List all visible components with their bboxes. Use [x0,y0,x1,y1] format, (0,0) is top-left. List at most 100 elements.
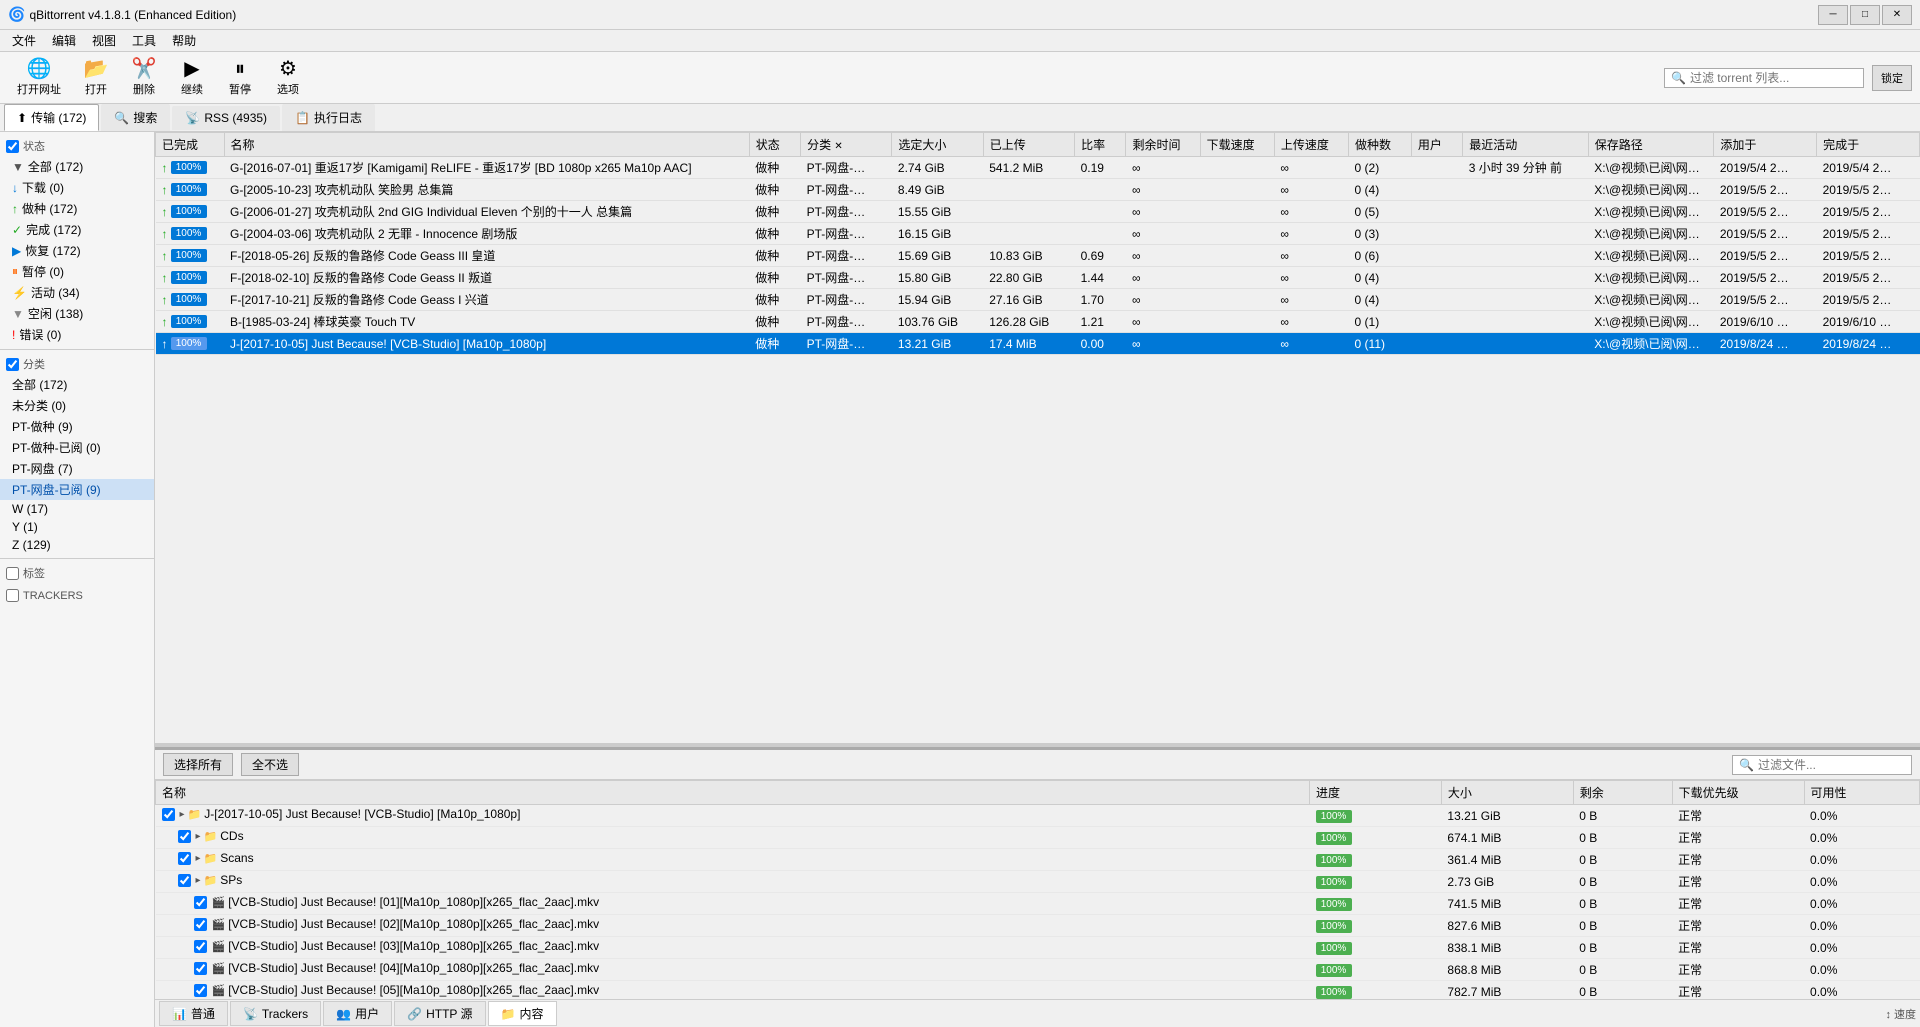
sidebar-item-all[interactable]: ▼ 全部 (172) [0,156,154,177]
sidebar-item-seeding[interactable]: ↑ 做种 (172) [0,198,154,219]
file-list-item[interactable]: ▸ 📁 J-[2017-10-05] Just Because! [VCB-St… [156,805,1920,827]
file-col-progress[interactable]: 进度 [1310,781,1442,805]
col-ratio[interactable]: 比率 [1075,133,1126,157]
menu-view[interactable]: 视图 [84,30,124,51]
file-col-priority[interactable]: 下载优先级 [1672,781,1804,805]
category-checkbox[interactable] [6,358,19,371]
table-row[interactable]: ↑ 100% G-[2004-03-06] 攻壳机动队 2 无罪 - Innoc… [156,223,1920,245]
file-checkbox[interactable] [194,962,207,975]
file-list-item[interactable]: 🎬 [VCB-Studio] Just Because! [05][Ma10p_… [156,981,1920,1000]
close-button[interactable]: ✕ [1882,5,1912,25]
table-row[interactable]: ↑ 100% J-[2017-10-05] Just Because! [VCB… [156,333,1920,355]
tab-transfer[interactable]: ⬆ 传输 (172) [4,104,99,131]
sidebar-category-pt-disk-read[interactable]: PT-网盘-已阅 (9) [0,479,154,500]
sidebar-category-z[interactable]: Z (129) [0,536,154,554]
menu-edit[interactable]: 编辑 [44,30,84,51]
file-list-item[interactable]: 🎬 [VCB-Studio] Just Because! [01][Ma10p_… [156,893,1920,915]
col-last-activity[interactable]: 最近活动 [1463,133,1589,157]
table-row[interactable]: ↑ 100% F-[2018-02-10] 反叛的鲁路修 Code Geass … [156,267,1920,289]
table-row[interactable]: ↑ 100% B-[1985-03-24] 棒球英豪 Touch TV 做种 P… [156,311,1920,333]
sidebar-item-downloading[interactable]: ↓ 下载 (0) [0,177,154,198]
file-list-item[interactable]: 🎬 [VCB-Studio] Just Because! [03][Ma10p_… [156,937,1920,959]
torrent-search-input[interactable] [1690,71,1857,85]
sidebar-item-error[interactable]: ! 错误 (0) [0,324,154,345]
sidebar-category-pt-disk[interactable]: PT-网盘 (7) [0,458,154,479]
col-users[interactable]: 用户 [1411,133,1462,157]
col-dl-speed[interactable]: 下载速度 [1200,133,1274,157]
sidebar-category-w[interactable]: W (17) [0,500,154,518]
col-completed[interactable]: 完成于 [1817,133,1920,157]
file-filter-box[interactable]: 🔍 [1732,755,1912,775]
open-links-button[interactable]: 🌐 打开网址 [8,54,70,102]
select-all-button[interactable]: 选择所有 [163,753,233,776]
file-checkbox[interactable] [162,808,175,821]
file-list-item[interactable]: ▸ 📁 SPs 100% 2.73 GiB 0 B 正常 0.0% [156,871,1920,893]
open-button[interactable]: 📂 打开 [74,54,118,102]
tab-users[interactable]: 👥 用户 [323,1001,392,1026]
table-row[interactable]: ↑ 100% G-[2005-10-23] 攻壳机动队 笑脸男 总集篇 做种 P… [156,179,1920,201]
tab-general[interactable]: 📊 普通 [159,1001,228,1026]
menu-help[interactable]: 帮助 [164,30,204,51]
col-name[interactable]: 名称 [224,133,749,157]
lock-button[interactable]: 锁定 [1872,65,1912,91]
select-none-button[interactable]: 全不选 [241,753,299,776]
tab-log[interactable]: 📋 执行日志 [282,104,375,131]
table-row[interactable]: ↑ 100% G-[2006-01-27] 攻壳机动队 2nd GIG Indi… [156,201,1920,223]
delete-button[interactable]: ✂️ 删除 [122,54,166,102]
menu-file[interactable]: 文件 [4,30,44,51]
table-row[interactable]: ↑ 100% G-[2016-07-01] 重返17岁 [Kamigami] R… [156,157,1920,179]
menu-tools[interactable]: 工具 [124,30,164,51]
file-checkbox[interactable] [194,896,207,909]
sidebar-item-active[interactable]: ⚡ 活动 (34) [0,282,154,303]
torrent-search-box[interactable]: 🔍 [1664,68,1864,88]
file-col-remaining[interactable]: 剩余 [1573,781,1672,805]
tab-trackers[interactable]: 📡 Trackers [230,1001,321,1026]
sidebar-item-completed[interactable]: ✓ 完成 (172) [0,219,154,240]
col-status[interactable]: 状态 [749,133,800,157]
tab-content[interactable]: 📁 内容 [488,1001,557,1026]
file-col-size[interactable]: 大小 [1441,781,1573,805]
tab-search[interactable]: 🔍 搜索 [101,104,170,131]
sidebar-item-paused[interactable]: ⏸ 暂停 (0) [0,261,154,282]
file-checkbox[interactable] [178,830,191,843]
col-save-path[interactable]: 保存路径 [1588,133,1714,157]
sidebar-category-y[interactable]: Y (1) [0,518,154,536]
file-checkbox[interactable] [194,918,207,931]
file-checkbox[interactable] [178,874,191,887]
options-button[interactable]: ⚙ 选项 [266,54,310,102]
col-seeds[interactable]: 做种数 [1349,133,1412,157]
file-col-name[interactable]: 名称 [156,781,1310,805]
col-progress[interactable]: 已完成 [156,133,225,157]
col-remaining[interactable]: 剩余时间 [1126,133,1200,157]
tab-rss[interactable]: 📡 RSS (4935) [172,106,280,130]
maximize-button[interactable]: □ [1850,5,1880,25]
file-list-item[interactable]: 🎬 [VCB-Studio] Just Because! [02][Ma10p_… [156,915,1920,937]
file-checkbox[interactable] [194,984,207,997]
col-category[interactable]: 分类 ✕ [801,133,892,157]
sidebar-category-pt-seed-read[interactable]: PT-做种-已阅 (0) [0,437,154,458]
sidebar-item-resumed[interactable]: ▶ 恢复 (172) [0,240,154,261]
file-filter-input[interactable] [1758,758,1905,772]
pause-button[interactable]: ⏸ 暂停 [218,54,262,102]
minimize-button[interactable]: ─ [1818,5,1848,25]
resume-button[interactable]: ▶ 继续 [170,54,214,102]
col-added[interactable]: 添加于 [1714,133,1817,157]
col-ul-speed[interactable]: 上传速度 [1274,133,1348,157]
tags-checkbox[interactable] [6,567,19,580]
table-row[interactable]: ↑ 100% F-[2017-10-21] 反叛的鲁路修 Code Geass … [156,289,1920,311]
sidebar-category-all[interactable]: 全部 (172) [0,374,154,395]
col-uploaded[interactable]: 已上传 [983,133,1074,157]
table-row[interactable]: ↑ 100% F-[2018-05-26] 反叛的鲁路修 Code Geass … [156,245,1920,267]
file-list-item[interactable]: ▸ 📁 CDs 100% 674.1 MiB 0 B 正常 0.0% [156,827,1920,849]
tab-http[interactable]: 🔗 HTTP 源 [394,1001,485,1026]
sidebar-item-idle[interactable]: ▼ 空闲 (138) [0,303,154,324]
file-list-item[interactable]: ▸ 📁 Scans 100% 361.4 MiB 0 B 正常 0.0% [156,849,1920,871]
sidebar-category-uncategorized[interactable]: 未分类 (0) [0,395,154,416]
col-size[interactable]: 选定大小 [892,133,983,157]
status-checkbox[interactable] [6,140,19,153]
sidebar-category-pt-seed[interactable]: PT-做种 (9) [0,416,154,437]
file-checkbox[interactable] [194,940,207,953]
file-col-availability[interactable]: 可用性 [1804,781,1919,805]
trackers-checkbox[interactable] [6,589,19,602]
file-list-item[interactable]: 🎬 [VCB-Studio] Just Because! [04][Ma10p_… [156,959,1920,981]
